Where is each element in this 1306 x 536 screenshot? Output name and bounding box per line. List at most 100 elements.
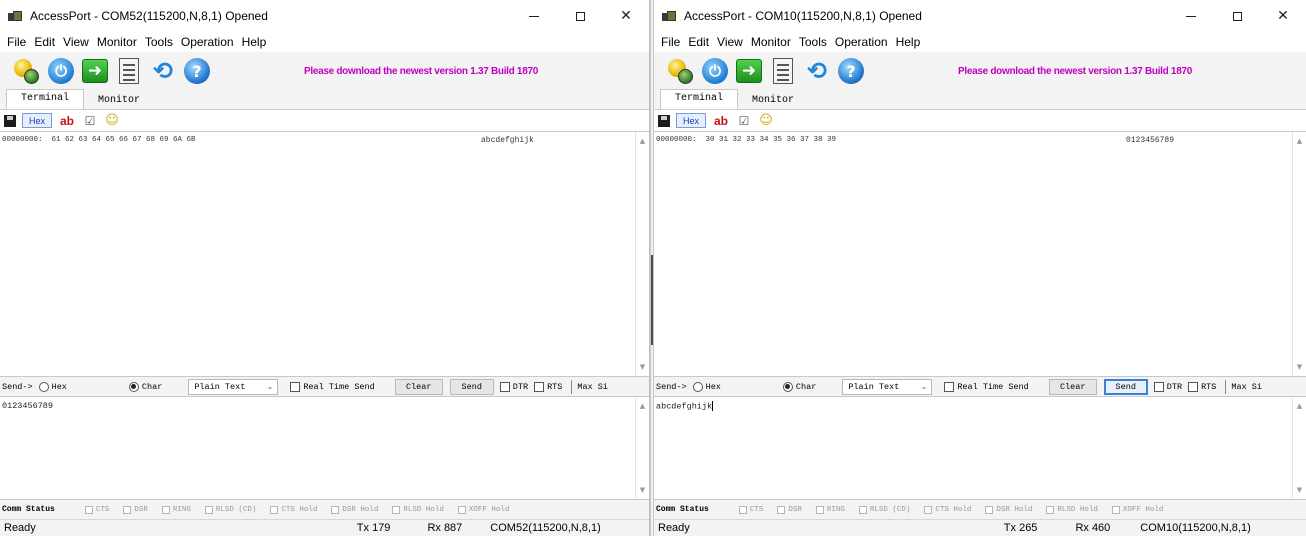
hex-radio[interactable]: Hex: [38, 381, 67, 392]
refresh-icon: ⟲: [806, 57, 828, 85]
refresh-button[interactable]: ⟲: [146, 54, 180, 88]
menu-help[interactable]: Help: [892, 35, 925, 49]
rts-checkbox[interactable]: RTS: [534, 381, 562, 392]
send-input-area[interactable]: 0123456789 ▲ ▼: [0, 396, 649, 499]
title-bar[interactable]: AccessPort - COM52(115200,N,8,1) Opened …: [0, 0, 649, 32]
maximize-button[interactable]: [1214, 0, 1260, 32]
receive-scrollbar[interactable]: ▲ ▼: [635, 132, 649, 376]
document-button[interactable]: [766, 54, 800, 88]
scroll-down-icon[interactable]: ▼: [1293, 483, 1306, 497]
dtr-checkbox[interactable]: DTR: [1153, 381, 1182, 392]
save-button[interactable]: [658, 113, 670, 128]
open-port-button[interactable]: ➜: [78, 54, 112, 88]
receive-scrollbar[interactable]: ▲ ▼: [1292, 132, 1306, 376]
hex-toggle-button[interactable]: Hex: [676, 113, 706, 128]
char-radio[interactable]: Char: [782, 381, 817, 392]
power-button[interactable]: ⏻: [44, 54, 78, 88]
close-button[interactable]: ✕: [1260, 0, 1306, 32]
scroll-down-icon[interactable]: ▼: [636, 483, 649, 497]
rts-checkbox[interactable]: RTS: [1188, 381, 1217, 392]
send-scrollbar[interactable]: ▲ ▼: [635, 397, 649, 499]
char-radio[interactable]: Char: [128, 381, 162, 392]
menu-tools[interactable]: Tools: [795, 35, 831, 49]
ascii-data: abcdefghijk: [481, 136, 534, 145]
send-scrollbar[interactable]: ▲ ▼: [1292, 397, 1306, 499]
title-bar[interactable]: AccessPort - COM10(115200,N,8,1) Opened …: [654, 0, 1306, 32]
status-state: Ready: [4, 522, 36, 534]
send-options-bar: Send-> Hex Char Plain Text ⌄ Real Time Se…: [654, 376, 1306, 396]
hex-radio[interactable]: Hex: [692, 381, 721, 392]
minimize-button[interactable]: [511, 0, 557, 32]
realtime-send-checkbox[interactable]: Real Time Send: [944, 381, 1029, 392]
refresh-button[interactable]: ⟲: [800, 54, 834, 88]
hex-radio-label: Hex: [51, 381, 67, 392]
config-button[interactable]: [10, 54, 44, 88]
clear-button[interactable]: Clear: [1048, 378, 1097, 395]
receive-area[interactable]: 00000000: 30 31 32 33 34 35 36 37 38 39 …: [654, 131, 1306, 376]
scroll-up-icon[interactable]: ▲: [1293, 134, 1306, 148]
menu-monitor[interactable]: Monitor: [93, 35, 141, 49]
ascii-toggle-button[interactable]: ab: [712, 113, 730, 128]
update-link[interactable]: Please download the newest version 1.37 …: [958, 66, 1192, 77]
menu-view[interactable]: View: [713, 35, 747, 49]
scroll-up-icon[interactable]: ▲: [636, 134, 649, 148]
ascii-toggle-button[interactable]: ab: [58, 113, 76, 128]
tab-terminal[interactable]: Terminal: [660, 89, 739, 109]
chevron-down-icon: ⌄: [266, 382, 274, 391]
tab-terminal[interactable]: Terminal: [6, 89, 85, 109]
send-button[interactable]: Send: [1103, 378, 1148, 395]
menu-operation[interactable]: Operation: [177, 35, 238, 49]
menu-monitor[interactable]: Monitor: [747, 35, 795, 49]
minimize-button[interactable]: [1168, 0, 1214, 32]
menu-file[interactable]: File: [3, 35, 30, 49]
menu-bar: File Edit View Monitor Tools Operation H…: [654, 32, 1306, 52]
view-tabs: Terminal Monitor: [654, 89, 1306, 110]
menu-help[interactable]: Help: [238, 35, 271, 49]
scroll-down-icon[interactable]: ▼: [636, 360, 649, 374]
help-button[interactable]: ?: [180, 54, 214, 88]
open-port-button[interactable]: ➜: [732, 54, 766, 88]
terminal-toolbar: Hex ab ☑ ☺: [654, 110, 1306, 131]
format-select[interactable]: Plain Text ⌄: [188, 378, 279, 395]
save-button[interactable]: [4, 113, 16, 128]
close-button[interactable]: ✕: [603, 0, 649, 32]
clear-button[interactable]: Clear: [394, 378, 443, 395]
format-select[interactable]: Plain Text ⌄: [842, 378, 933, 395]
document-icon: [773, 58, 793, 84]
ascii-data: 0123456789: [1126, 136, 1175, 145]
terminal-toolbar: Hex ab ☑ ☺: [0, 110, 649, 131]
dtr-checkbox[interactable]: DTR: [499, 381, 528, 392]
char-radio-label: Char: [795, 381, 817, 392]
edit-check-icon[interactable]: ☑: [736, 113, 752, 128]
document-icon: [119, 58, 139, 84]
send-button[interactable]: Send: [449, 378, 494, 395]
maximize-button[interactable]: [557, 0, 603, 32]
users-icon[interactable]: ☺: [104, 113, 120, 128]
realtime-send-checkbox[interactable]: Real Time Send: [290, 381, 375, 392]
menu-tools[interactable]: Tools: [141, 35, 177, 49]
menu-view[interactable]: View: [59, 35, 93, 49]
rts-label: RTS: [1201, 381, 1217, 392]
app-icon: [8, 9, 24, 23]
menu-edit[interactable]: Edit: [684, 35, 713, 49]
config-button[interactable]: [664, 54, 698, 88]
tab-monitor[interactable]: Monitor: [738, 92, 808, 109]
users-icon[interactable]: ☺: [758, 113, 774, 128]
tab-monitor[interactable]: Monitor: [84, 92, 154, 109]
scroll-up-icon[interactable]: ▲: [1293, 399, 1306, 413]
save-icon: [4, 114, 16, 127]
help-button[interactable]: ?: [834, 54, 868, 88]
scroll-down-icon[interactable]: ▼: [1293, 360, 1306, 374]
update-link[interactable]: Please download the newest version 1.37 …: [304, 66, 538, 77]
document-button[interactable]: [112, 54, 146, 88]
separator: [1225, 379, 1227, 394]
menu-edit[interactable]: Edit: [30, 35, 59, 49]
send-input-area[interactable]: abcdefghijk ▲ ▼: [654, 396, 1306, 499]
hex-toggle-button[interactable]: Hex: [22, 113, 52, 128]
menu-operation[interactable]: Operation: [831, 35, 892, 49]
power-button[interactable]: ⏻: [698, 54, 732, 88]
receive-area[interactable]: 00000000: 61 62 63 64 65 66 67 68 69 6A …: [0, 131, 649, 376]
scroll-up-icon[interactable]: ▲: [636, 399, 649, 413]
menu-file[interactable]: File: [657, 35, 684, 49]
edit-check-icon[interactable]: ☑: [82, 113, 98, 128]
